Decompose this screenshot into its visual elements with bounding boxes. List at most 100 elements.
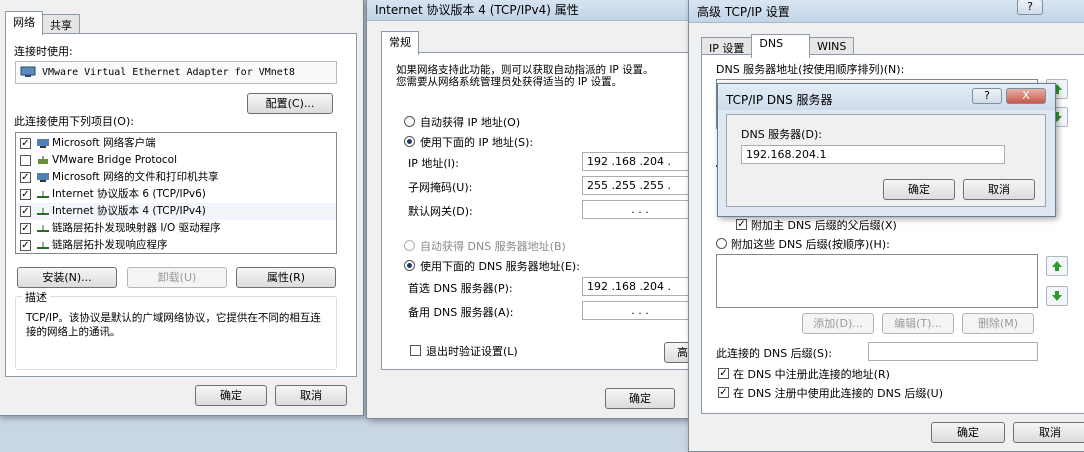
advanced-cancel-button[interactable]: 取消 [1013,422,1084,443]
dns-server-field[interactable]: 192.168.204.1 [741,145,1005,164]
description-text: TCP/IP。该协议是默认的广域网络协议，它提供在不同的相互连接的网络上的通讯。 [26,312,321,338]
use-suffix-checkbox[interactable]: ✓ [718,387,729,398]
arrow-up-icon [1052,261,1062,271]
connect-using-label: 连接时使用: [14,45,73,58]
adapter-ok-button[interactable]: 确定 [195,385,267,406]
adapter-cancel-button[interactable]: 取消 [275,385,347,406]
dns-dialog-cancel-button[interactable]: 取消 [963,179,1035,200]
arrow-down-icon [1052,291,1062,301]
add-suffix-button[interactable]: 添加(D)... [802,313,874,334]
ipv4-properties-window: Internet 协议版本 4 (TCP/IPv4) 属性 常规 如果网络支持此… [366,0,696,419]
ip-address-field[interactable]: 192 .168 .204 . [582,152,695,171]
conn-suffix-field[interactable] [868,342,1038,361]
tab-network[interactable]: 网络 [5,11,43,35]
list-item-ipv4[interactable]: ✓ Internet 协议版本 4 (TCP/IPv4) [16,203,336,220]
protocol-icon [38,156,48,164]
list-item-lltd-mapper[interactable]: ✓ 链路层拓扑发现映射器 I/O 驱动程序 [16,220,336,237]
dns-suffix-list[interactable] [716,254,1038,308]
ms-client-checkbox[interactable]: ✓ [20,138,31,149]
dns-dialog-titlebar: TCP/IP DNS 服务器 ? X [718,84,1055,110]
validate-on-exit-label[interactable]: 退出时验证设置(L) [426,343,518,359]
register-address-checkbox[interactable]: ✓ [718,368,729,379]
list-item-vmware-bridge[interactable]: VMware Bridge Protocol [16,152,336,169]
file-printer-checkbox[interactable]: ✓ [20,172,31,183]
description-title: 描述 [22,289,50,305]
adapter-tab-strip: 网络 共享 [5,11,80,35]
configure-button[interactable]: 配置(C)... [247,93,333,114]
ipv4-window-title: Internet 协议版本 4 (TCP/IPv4) 属性 [375,3,579,17]
uninstall-button[interactable]: 卸载(U) [127,267,227,288]
advanced-tcpip-window: 高级 TCP/IP 设置 ? IP 设置 DNS WINS DNS 服务器地址(… [688,0,1084,452]
remove-suffix-button[interactable]: 删除(M) [962,313,1034,334]
ipv4-tab-panel: 如果网络支持此功能，则可以获取自动指派的 IP 设置。 您需要从网络系统管理员处… [381,52,695,370]
adapter-name: VMware Virtual Ethernet Adapter for VMne… [42,67,295,78]
ip-address-label: IP 地址(I): [408,157,459,170]
alternate-dns-field[interactable]: . . . [582,301,695,320]
adapter-tab-panel: 连接时使用: VMware Virtual Ethernet Adapter f… [5,33,357,377]
adapter-name-field: VMware Virtual Ethernet Adapter for VMne… [15,61,337,84]
default-gateway-field[interactable]: . . . [582,200,695,219]
protocol-icon [37,242,49,249]
adapter-icon [20,66,36,77]
auto-ip-label[interactable]: 自动获得 IP 地址(O) [420,114,520,130]
register-address-label[interactable]: 在 DNS 中注册此连接的地址(R) [733,366,890,382]
list-item-ipv6[interactable]: ✓ Internet 协议版本 6 (TCP/IPv6) [16,186,336,203]
alternate-dns-label: 备用 DNS 服务器(A): [408,306,514,319]
items-label: 此连接使用下列项目(O): [14,115,134,128]
auto-dns-label[interactable]: 自动获得 DNS 服务器地址(B) [420,238,566,254]
preferred-dns-field[interactable]: 192 .168 .204 . [582,277,695,296]
ipv4-titlebar: Internet 协议版本 4 (TCP/IPv4) 属性 [367,0,695,21]
tab-dns[interactable]: DNS [751,34,811,58]
tab-sharing[interactable]: 共享 [42,14,80,35]
manual-ip-label[interactable]: 使用下面的 IP 地址(S): [420,134,533,150]
help-icon[interactable]: ? [972,88,1002,104]
auto-dns-radio[interactable] [404,240,415,251]
list-item-file-printer-sharing[interactable]: ✓ Microsoft 网络的文件和打印机共享 [16,169,336,186]
dns-dialog-ok-button[interactable]: 确定 [883,179,955,200]
intro-line-2: 您需要从网络系统管理员处获得适当的 IP 设置。 [396,76,623,88]
dns-server-dialog: TCP/IP DNS 服务器 ? X DNS 服务器(D): 192.168.2… [717,83,1056,217]
ipv4-checkbox[interactable]: ✓ [20,206,31,217]
advanced-ok-button[interactable]: 确定 [931,422,1005,443]
subnet-mask-label: 子网掩码(U): [408,181,473,194]
suffix-down-button[interactable] [1046,286,1068,306]
conn-suffix-label: 此连接的 DNS 后缀(S): [716,347,832,360]
validate-on-exit-checkbox[interactable] [410,345,421,356]
subnet-mask-field[interactable]: 255 .255 .255 . [582,176,695,195]
network-client-icon [37,139,49,148]
edit-suffix-button[interactable]: 编辑(T)... [882,313,954,334]
append-these-label[interactable]: 附加这些 DNS 后缀(按顺序)(H): [731,236,890,252]
dns-server-label: DNS 服务器(D): [741,128,822,141]
install-button[interactable]: 安装(N)... [17,267,117,288]
manual-dns-label[interactable]: 使用下面的 DNS 服务器地址(E): [420,258,580,274]
auto-ip-radio[interactable] [404,116,415,127]
lltd-responder-checkbox[interactable]: ✓ [20,240,31,251]
append-parent-checkbox[interactable]: ✓ [736,219,747,230]
list-item-ms-client[interactable]: ✓ Microsoft 网络客户端 [16,135,336,152]
use-suffix-label[interactable]: 在 DNS 注册中使用此连接的 DNS 后缀(U) [733,385,943,401]
adapter-properties-window: 网络 共享 连接时使用: VMware Virtual Ethernet Ada… [0,0,364,416]
ipv4-tab-strip: 常规 [381,31,419,55]
manual-ip-radio[interactable] [404,136,415,147]
properties-button[interactable]: 属性(R) [236,267,336,288]
dns-list-label: DNS 服务器地址(按使用顺序排列)(N): [716,63,905,76]
close-icon[interactable]: X [1006,88,1046,104]
connection-items-list[interactable]: ✓ Microsoft 网络客户端 VMware Bridge Protocol… [15,132,337,254]
description-group: 描述 TCP/IP。该协议是默认的广域网络协议，它提供在不同的相互连接的网络上的… [15,289,337,370]
append-these-radio[interactable] [716,238,727,249]
dns-dialog-body: DNS 服务器(D): 192.168.204.1 确定 取消 [726,114,1046,207]
protocol-icon [37,208,49,215]
vmware-bridge-checkbox[interactable] [20,155,31,166]
ipv4-ok-button[interactable]: 确定 [605,388,675,409]
help-icon[interactable]: ? [1017,0,1043,15]
lltd-mapper-checkbox[interactable]: ✓ [20,223,31,234]
dns-dialog-title: TCP/IP DNS 服务器 [726,93,833,107]
append-parent-label[interactable]: 附加主 DNS 后缀的父后缀(X) [751,217,897,233]
protocol-icon [37,225,49,232]
advanced-window-title: 高级 TCP/IP 设置 [697,5,790,19]
ipv6-checkbox[interactable]: ✓ [20,189,31,200]
suffix-up-button[interactable] [1046,256,1068,276]
list-item-lltd-responder[interactable]: ✓ 链路层拓扑发现响应程序 [16,237,336,253]
tab-general[interactable]: 常规 [381,31,419,55]
manual-dns-radio[interactable] [404,260,415,271]
